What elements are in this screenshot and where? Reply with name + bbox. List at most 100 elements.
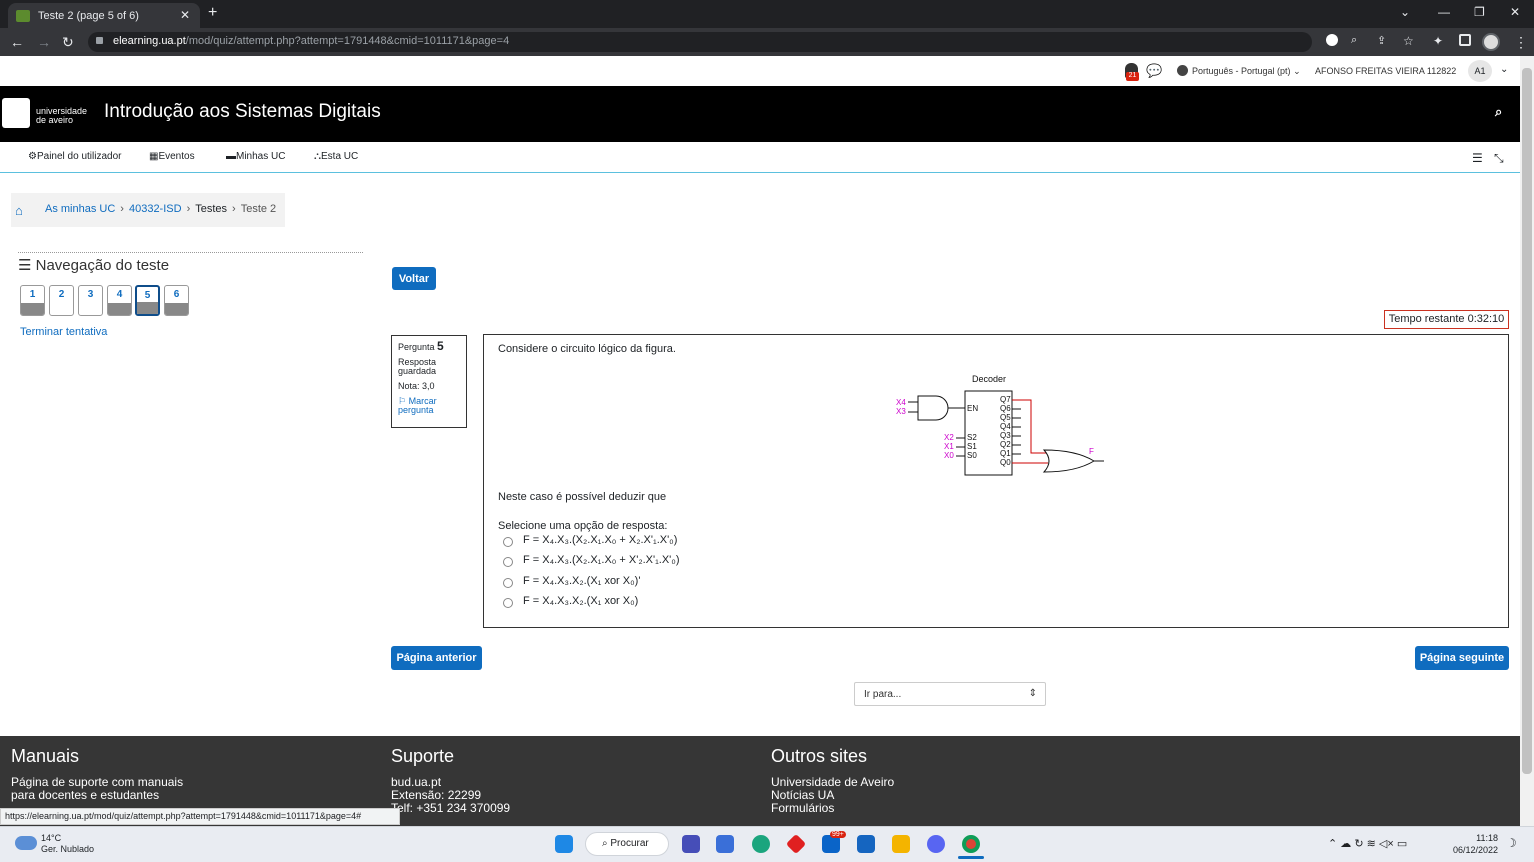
answer-option-4[interactable]: F = X₄.X₃.X₂.(X₁ xor X₀) (503, 594, 638, 608)
quiz-nav-q6[interactable]: 6 (164, 285, 189, 316)
search-icon[interactable]: ⌕ (1495, 104, 1502, 120)
output-q7: Q7 (1000, 395, 1011, 404)
browser-tab[interactable]: Teste 2 (page 5 of 6) ✕ (8, 3, 200, 28)
answer-option-3[interactable]: F = X₄.X₃.X₂.(X₁ xor X₀)' (503, 574, 640, 588)
quiz-nav-q4[interactable]: 4 (107, 285, 132, 316)
new-tab-button[interactable]: + (208, 4, 217, 22)
footer-manuals-link[interactable]: Página de suporte com manuais para docent… (11, 776, 183, 802)
file-explorer-icon[interactable] (892, 835, 910, 853)
logo-text: universidade de aveiro (36, 106, 88, 125)
answer-option-2[interactable]: F = X₄.X₃.(X₂.X₁.X₀ + X'₂.X'₁.X'₀) (503, 553, 680, 567)
close-window-button[interactable]: ✕ (1510, 5, 1520, 19)
notification-center-icon[interactable]: ☽ (1506, 836, 1517, 850)
url-path: /mod/quiz/attempt.php?attempt=1791448&cm… (185, 35, 510, 47)
profile-avatar[interactable] (1482, 33, 1500, 51)
restore-button[interactable]: ❐ (1474, 5, 1485, 19)
quiz-nav-q3[interactable]: 3 (78, 285, 103, 316)
nav-my-courses[interactable]: ▬Minhas UC (226, 151, 285, 162)
bookmark-star-icon[interactable]: ☆ (1403, 34, 1414, 48)
and-gate (917, 395, 949, 421)
messages-icon[interactable]: 💬 (1146, 63, 1162, 79)
dropbox-icon[interactable] (857, 835, 875, 853)
radio-option-1[interactable] (503, 537, 513, 547)
address-bar[interactable]: elearning.ua.pt/mod/quiz/attempt.php?att… (88, 32, 1312, 52)
label-s2: S2 (967, 433, 977, 442)
taskbar-search[interactable]: ⌕ Procurar (585, 832, 669, 856)
user-name[interactable]: AFONSO FREITAS VIEIRA 112822 (1315, 66, 1456, 76)
share-icon[interactable]: ⇪ (1377, 34, 1386, 47)
meet-icon[interactable] (682, 835, 700, 853)
weather-widget[interactable]: 14°C Ger. Nublado (41, 833, 94, 855)
nav-dashboard[interactable]: ⚙Painel do utilizador (28, 151, 121, 162)
minimize-button[interactable]: — (1438, 5, 1450, 19)
breadcrumb-my-courses[interactable]: As minhas UC (45, 203, 115, 215)
url-host: elearning.ua.pt (113, 35, 186, 47)
forward-icon[interactable]: → (37, 34, 51, 50)
collapse-icon[interactable]: ⤡ (1494, 151, 1504, 166)
tab-search-icon[interactable]: ⌄ (1400, 5, 1410, 19)
quiz-nav-q2[interactable]: 2 (49, 285, 74, 316)
close-tab-icon[interactable]: ✕ (180, 8, 190, 22)
browser-tab-strip (0, 0, 1534, 28)
extensions-icon[interactable]: ✦ (1433, 34, 1443, 48)
nav-events[interactable]: ▦Eventos (149, 151, 195, 162)
quiz-nav-q1[interactable]: 1 (20, 285, 45, 316)
list-toggle-icon[interactable]: ☰ (1472, 151, 1483, 165)
next-page-button[interactable]: Página seguinte (1415, 646, 1509, 670)
back-button[interactable]: Voltar (392, 267, 436, 290)
quiz-nav-title: ☰ Navegação do teste (18, 257, 170, 274)
breadcrumb-current: Teste 2 (240, 203, 277, 215)
weather-cloud-icon[interactable] (15, 836, 37, 850)
flag-question-link[interactable]: ⚐ Marcar pergunta (398, 397, 450, 415)
radio-option-2[interactable] (503, 557, 513, 567)
scrollbar-thumb[interactable] (1522, 68, 1532, 774)
clock[interactable]: 11:18 06/12/2022 (1452, 832, 1498, 856)
select-arrows-icon: ⇕ (1028, 688, 1037, 699)
breadcrumb: As minhas UC › 40332-ISD › Testes › Teste 2 (11, 193, 285, 227)
mail-badge: 99+ (830, 831, 846, 838)
radio-option-3[interactable] (503, 578, 513, 588)
zoom-icon[interactable]: ⌕ (1351, 34, 1357, 47)
output-q3: Q3 (1000, 431, 1011, 440)
quiz-nav-q5[interactable]: 5 (135, 285, 160, 316)
breadcrumb-tests[interactable]: Testes (195, 203, 227, 215)
site-title[interactable]: Introdução aos Sistemas Digitais (104, 101, 381, 123)
language-label: Português - Portugal (pt) (1192, 66, 1291, 76)
jump-to-select[interactable]: Ir para... ⇕ (854, 682, 1046, 706)
breadcrumb-course[interactable]: 40332-ISD (129, 203, 182, 215)
divider (18, 252, 363, 253)
edge-icon[interactable] (752, 835, 770, 853)
google-icon[interactable] (1326, 34, 1338, 46)
user-menu-chevron-icon[interactable]: ⌄ (1500, 64, 1508, 75)
user-avatar[interactable]: A1 (1468, 60, 1492, 82)
language-menu[interactable]: Português - Portugal (pt) ⌄ (1192, 66, 1301, 77)
chrome-icon[interactable] (962, 835, 980, 853)
system-tray-icons[interactable]: ⌃ ☁ ↻ ≋ ◁× ▭ (1328, 837, 1407, 850)
discord-icon[interactable] (927, 835, 945, 853)
back-icon[interactable]: ← (10, 34, 24, 50)
output-q6: Q6 (1000, 404, 1011, 413)
footer-support-links[interactable]: bud.ua.pt Extensão: 22299 Telf: +351 234 3… (391, 776, 510, 815)
timer: Tempo restante 0:32:10 (1384, 310, 1509, 329)
answer-option-1[interactable]: F = X₄.X₃.(X₂.X₁.X₀ + X₂.X'₁.X'₀) (503, 533, 677, 547)
radio-option-4[interactable] (503, 598, 513, 608)
home-icon[interactable]: ⌂ (15, 203, 23, 218)
windows-start-icon[interactable] (555, 835, 573, 853)
input-x4: X4 (896, 398, 906, 407)
side-panel-icon[interactable] (1459, 34, 1471, 46)
enable-label: EN (967, 404, 978, 413)
finish-attempt-link[interactable]: Terminar tentativa (20, 326, 107, 338)
nav-this-course[interactable]: ⛬Esta UC (314, 151, 358, 162)
input-x2: X2 (944, 433, 954, 442)
notification-count: 21 (1126, 72, 1139, 81)
store-icon[interactable] (716, 835, 734, 853)
ua-logo-icon[interactable] (2, 98, 30, 128)
chrome-menu-icon[interactable]: ⋮ (1514, 34, 1528, 51)
globe-icon (1177, 65, 1188, 76)
reload-icon[interactable]: ↻ (62, 34, 74, 51)
lock-icon[interactable] (96, 37, 103, 44)
footer-other-links[interactable]: Universidade de Aveiro Notícias UA Formulá… (771, 776, 894, 815)
previous-page-button[interactable]: Página anterior (391, 646, 482, 670)
input-x3: X3 (896, 407, 906, 416)
question-intro: Considere o circuito lógico da figura. (498, 343, 676, 355)
